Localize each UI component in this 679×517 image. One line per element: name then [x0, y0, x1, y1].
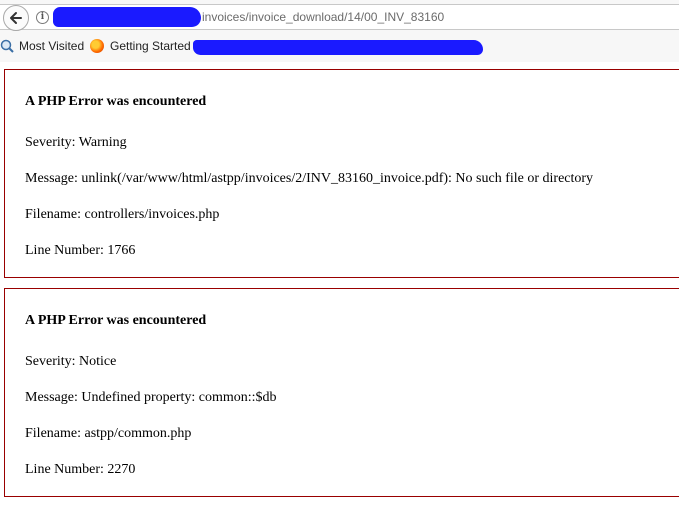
- site-info-icon[interactable]: i: [36, 11, 49, 24]
- browser-chrome: i invoices/invoice_download/14/00_INV_83…: [0, 0, 679, 62]
- bookmark-getting-started[interactable]: Getting Started: [90, 39, 191, 53]
- bookmark-most-visited[interactable]: Most Visited: [0, 39, 84, 53]
- back-arrow-icon: [10, 12, 22, 24]
- bookmarks-redaction-mark: [193, 40, 483, 55]
- firefox-icon: [90, 39, 104, 53]
- error-line-number: Line Number: 2270: [25, 462, 136, 477]
- bookmarks-bar: Most Visited Getting Started: [0, 36, 679, 58]
- php-error-box: A PHP Error was encountered Severity: No…: [4, 288, 679, 497]
- error-line-number: Line Number: 1766: [25, 243, 136, 258]
- bookmark-label: Most Visited: [19, 39, 85, 53]
- error-severity: Severity: Warning: [25, 135, 127, 150]
- error-title: A PHP Error was encountered: [25, 313, 207, 328]
- url-redaction-mark: [53, 7, 201, 27]
- error-severity: Severity: Notice: [25, 354, 117, 369]
- error-title: A PHP Error was encountered: [25, 94, 207, 109]
- error-filename: Filename: controllers/invoices.php: [25, 207, 220, 222]
- most-visited-icon: [0, 39, 14, 53]
- page-content: A PHP Error was encountered Severity: Wa…: [0, 62, 679, 517]
- url-text[interactable]: invoices/invoice_download/14/00_INV_8316…: [202, 10, 444, 24]
- error-filename: Filename: astpp/common.php: [25, 426, 192, 441]
- address-bar[interactable]: i invoices/invoice_download/14/00_INV_83…: [0, 4, 679, 31]
- error-message: Message: unlink(/var/www/html/astpp/invo…: [25, 171, 594, 186]
- bookmark-label: Getting Started: [110, 39, 191, 53]
- back-button[interactable]: [3, 5, 29, 31]
- error-message: Message: Undefined property: common::$db: [25, 390, 277, 405]
- php-error-box: A PHP Error was encountered Severity: Wa…: [4, 69, 679, 278]
